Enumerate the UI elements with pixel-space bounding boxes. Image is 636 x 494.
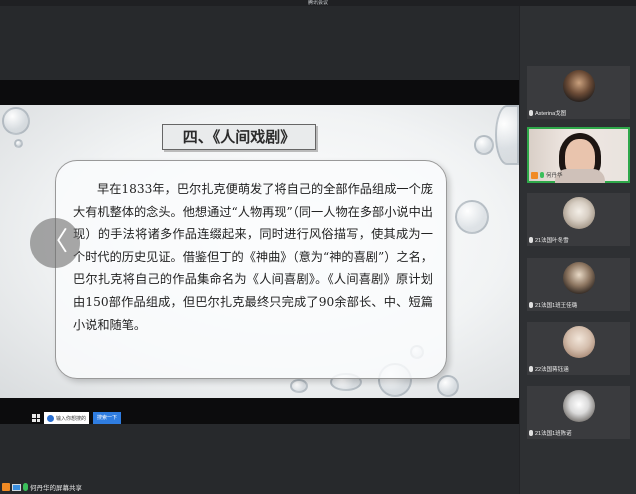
water-drop [14,139,23,148]
participant-tile-active[interactable]: 何丹华 [527,127,630,183]
microphone-icon [529,302,533,308]
participant-name: 21法国叶冬雪 [535,238,569,244]
microphone-icon [529,110,533,116]
participant-name: 何丹华 [546,173,563,179]
water-drop [2,107,30,135]
windows-start-icon[interactable] [32,414,40,422]
slide-paragraph: 早在1833年，巴尔扎克便萌发了将自己的全部作品组成一个庞大有机整体的念头。他想… [73,182,433,332]
water-drop [437,375,459,397]
participant-label: 22法国蒋钰涵 [529,365,569,373]
slide-title: 四、《人间戏剧》 [162,124,316,150]
participant-label: 何丹华 [531,171,563,179]
taskbar-search-box[interactable]: 输入你想搜的 [44,412,90,424]
water-drop [495,105,519,165]
search-button[interactable]: 搜索一下 [93,412,122,424]
avatar [562,70,595,102]
avatar [562,262,595,294]
sharing-label: 何丹华的屏幕共享 [30,485,82,492]
person-icon [2,483,10,491]
microphone-icon [529,237,533,243]
participant-label: Asterina戈图 [529,109,566,117]
participant-name: 21法国1班王佳璐 [535,303,578,309]
search-placeholder: 输入你想搜的 [56,415,87,422]
microphone-icon [540,172,544,178]
participant-tile[interactable]: 21法国1班陈诺 [527,386,630,439]
participant-tile[interactable]: 21法国1班王佳璐 [527,258,630,311]
water-drop [290,379,308,393]
letterbox-top [0,80,519,105]
participant-label: 21法国1班王佳璐 [529,301,577,309]
screen-share-icon [12,483,21,491]
participant-name: Asterina戈图 [535,111,567,117]
person-icon [531,171,538,179]
water-drop [455,200,489,234]
microphone-icon [529,430,533,436]
meeting-window: 腾讯会议 四、《人间戏剧》 早在1833年，巴尔扎克便萌发了将自己的全部作品组成… [0,0,636,494]
participant-name: 21法国1班陈诺 [535,431,572,437]
windows-taskbar: 输入你想搜的 搜索一下 [32,412,122,424]
avatar [562,390,595,422]
microphone-icon [23,483,28,491]
water-drop [474,135,494,155]
chevron-left-icon: 〈 [41,227,68,257]
browser-icon [47,414,54,422]
participant-label: 21法国1班陈诺 [529,429,572,437]
avatar [562,197,595,229]
participant-tile[interactable]: 21法国叶冬雪 [527,193,630,246]
participant-name: 22法国蒋钰涵 [535,367,569,373]
avatar [562,326,595,358]
microphone-icon [529,366,533,372]
previous-slide-button[interactable]: 〈 [30,218,80,268]
participant-tile[interactable]: 22法国蒋钰涵 [527,322,630,375]
participant-tile[interactable]: Asterina戈图 [527,66,630,119]
participant-label: 21法国叶冬雪 [529,236,569,244]
share-status-bar: 何丹华的屏幕共享 [2,482,82,492]
